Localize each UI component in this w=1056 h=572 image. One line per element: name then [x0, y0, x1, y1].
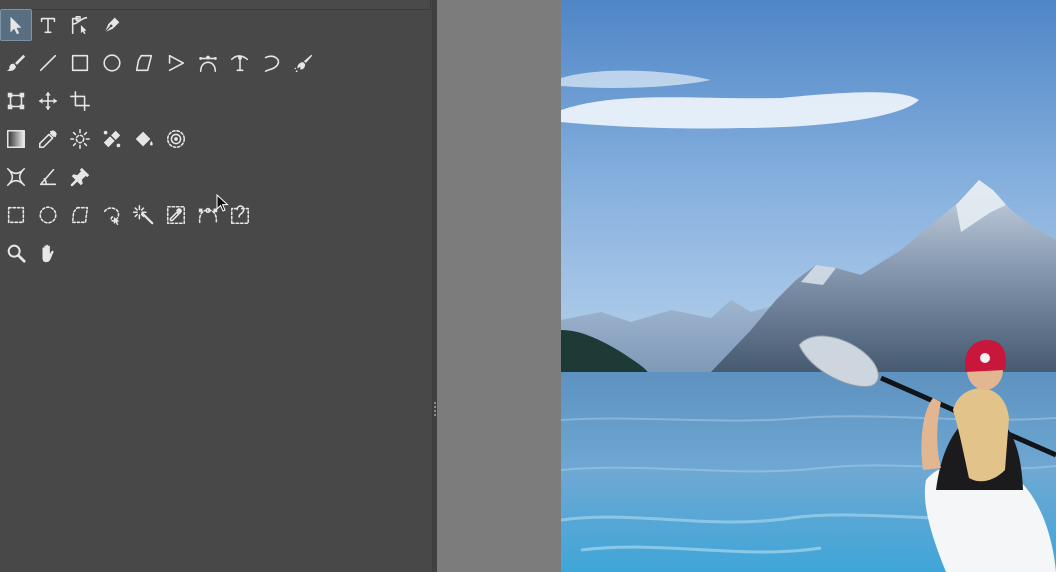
pan-tool-icon[interactable] [32, 237, 64, 269]
brush-tool-icon[interactable] [0, 47, 32, 79]
tool-row-3 [0, 84, 96, 118]
spray-tool-icon[interactable] [288, 47, 320, 79]
tool-row-2 [0, 46, 320, 80]
polygon-select-tool-icon[interactable] [64, 199, 96, 231]
transform-tool-icon[interactable] [0, 85, 32, 117]
ellipse-select-tool-icon[interactable] [32, 199, 64, 231]
heal-tool-icon[interactable] [96, 123, 128, 155]
magic-wand-tool-icon[interactable] [128, 199, 160, 231]
measure-tool-icon[interactable] [32, 161, 64, 193]
kayak-lake-photo [561, 0, 1056, 572]
text-tool-icon[interactable] [32, 9, 64, 41]
crop-tool-icon[interactable] [64, 85, 96, 117]
tool-row-7 [0, 236, 64, 270]
canvas-area[interactable] [437, 0, 1056, 572]
fill-bucket-tool-icon[interactable] [128, 123, 160, 155]
polygon-tool-icon[interactable] [128, 47, 160, 79]
tool-row-4 [0, 122, 192, 156]
gradient-tool-icon[interactable] [0, 123, 32, 155]
mouse-cursor-icon [216, 194, 229, 212]
ellipse-tool-icon[interactable] [96, 47, 128, 79]
app-window [0, 0, 1056, 572]
color-select-tool-icon[interactable] [160, 199, 192, 231]
freehand-select-tool-icon[interactable] [96, 199, 128, 231]
bezier-tool-icon[interactable] [192, 47, 224, 79]
zoom-tool-icon[interactable] [0, 237, 32, 269]
perspective-tool-icon[interactable] [0, 161, 32, 193]
splitter-grip-icon[interactable] [434, 402, 436, 418]
path-edit-tool-icon[interactable] [64, 9, 96, 41]
pin-tool-icon[interactable] [64, 161, 96, 193]
toolbox-panel [0, 0, 432, 572]
pen-tool-icon[interactable] [96, 9, 128, 41]
canvas-image[interactable] [561, 0, 1056, 572]
line-tool-icon[interactable] [32, 47, 64, 79]
pointer-tool-icon[interactable] [0, 9, 32, 41]
smart-patch-tool-icon[interactable] [64, 123, 96, 155]
rect-select-tool-icon[interactable] [0, 199, 32, 231]
triangle-tool-icon[interactable] [160, 47, 192, 79]
move-tool-icon[interactable] [32, 85, 64, 117]
tool-row-5 [0, 160, 96, 194]
spiral-tool-icon[interactable] [256, 47, 288, 79]
rectangle-tool-icon[interactable] [64, 47, 96, 79]
clone-tool-icon[interactable] [160, 123, 192, 155]
eyedropper-tool-icon[interactable] [32, 123, 64, 155]
curve-node-tool-icon[interactable] [224, 47, 256, 79]
tool-row-1 [0, 8, 128, 42]
